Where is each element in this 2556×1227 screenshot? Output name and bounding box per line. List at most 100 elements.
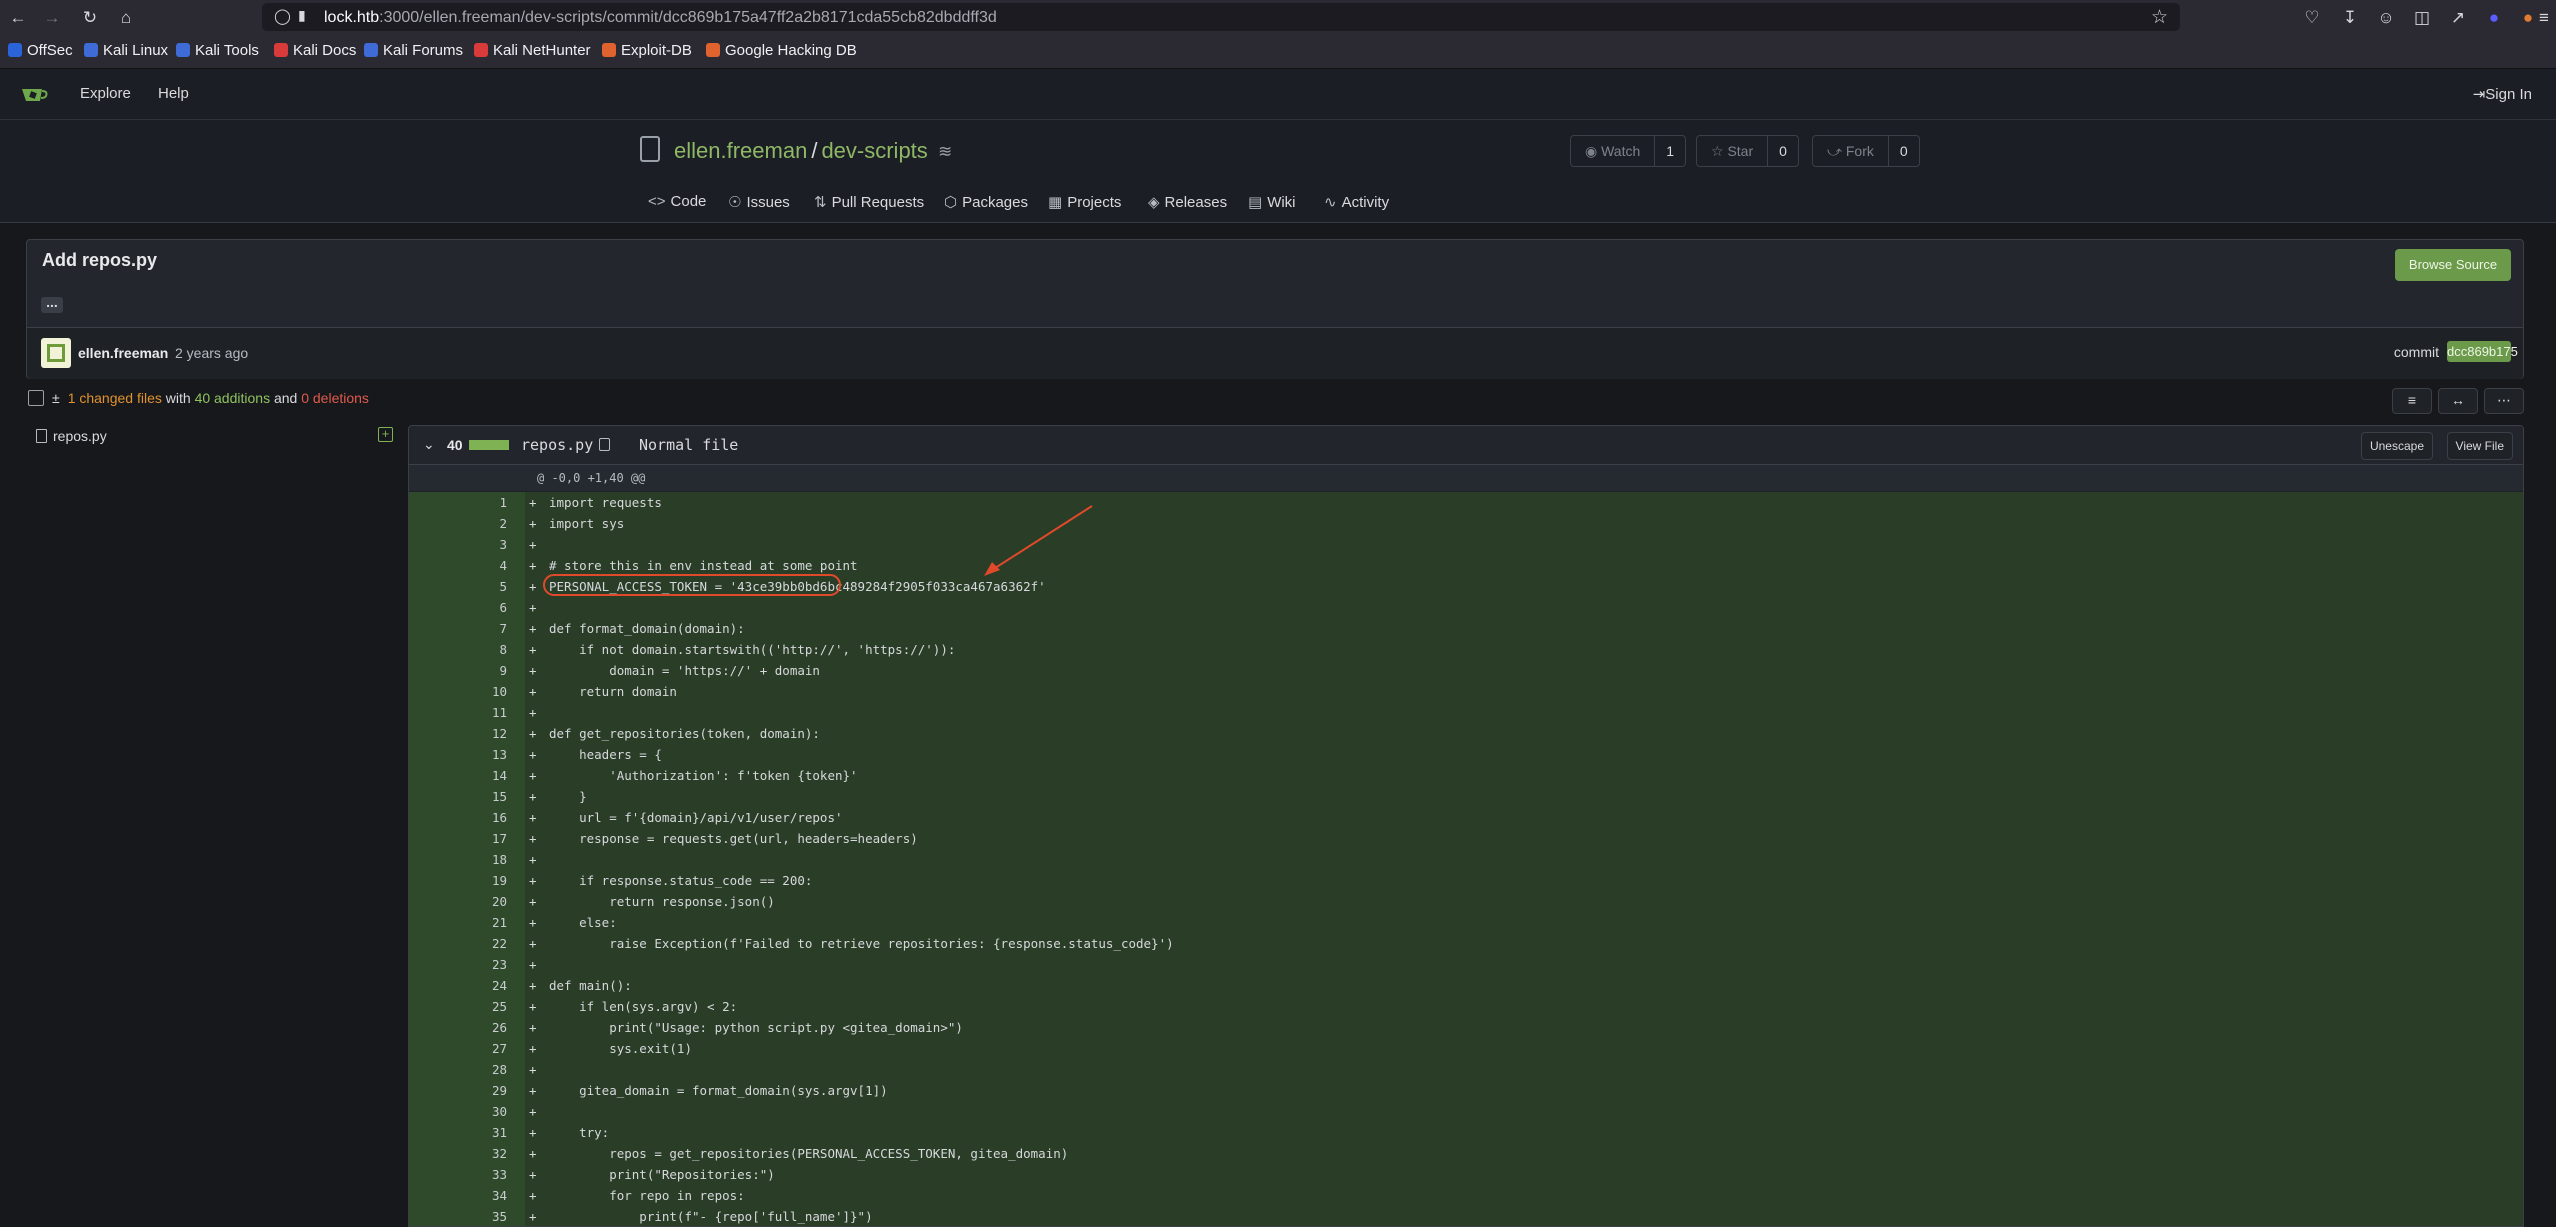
toggle-file-tree-icon[interactable] [28,390,44,406]
downloads-icon[interactable]: ↧ [2338,6,2362,30]
tab-pull-requests[interactable]: ⇅ Pull Requests [814,193,924,211]
line-number[interactable]: 9 [409,660,507,681]
tab-code[interactable]: <> Code [648,193,706,210]
bookmark-kali-linux[interactable]: Kali Linux [84,42,168,59]
browse-source-button[interactable]: Browse Source [2395,249,2511,281]
line-number[interactable]: 31 [409,1122,507,1143]
fork-count[interactable]: 0 [1889,136,1919,166]
line-number[interactable]: 29 [409,1080,507,1101]
line-number[interactable]: 5 [409,576,507,597]
bookmark-exploit-db[interactable]: Exploit-DB [602,42,692,59]
line-number[interactable]: 11 [409,702,507,723]
line-number[interactable]: 21 [409,912,507,933]
signin-link[interactable]: ⇥Sign In [2473,85,2532,103]
line-gap [507,513,525,534]
repo-name-link[interactable]: dev-scripts [821,138,927,163]
repo-owner-link[interactable]: ellen.freeman [674,138,807,163]
line-number[interactable]: 24 [409,975,507,996]
line-number[interactable]: 8 [409,639,507,660]
kali-icon [84,43,98,57]
tab-packages[interactable]: ⬡ Packages [944,193,1028,211]
line-gap [507,828,525,849]
line-number[interactable]: 19 [409,870,507,891]
commit-author[interactable]: ellen.freeman [78,345,168,361]
gitea-logo-icon[interactable] [20,84,50,104]
extensions-icon[interactable]: ◫ [2410,6,2434,30]
line-number[interactable]: 2 [409,513,507,534]
reload-icon[interactable]: ↻ [78,6,102,30]
signin-icon: ⇥ [2472,86,2486,103]
line-number[interactable]: 23 [409,954,507,975]
line-number[interactable]: 12 [409,723,507,744]
star-button[interactable]: ☆ Star [1697,136,1769,166]
share-icon[interactable]: ↗ [2446,6,2470,30]
tab-projects[interactable]: ▦ Projects [1048,193,1121,211]
line-number[interactable]: 27 [409,1038,507,1059]
forward-icon[interactable]: → [40,6,64,30]
line-number[interactable]: 20 [409,891,507,912]
bookmark-kali-nethunter[interactable]: Kali NetHunter [474,42,591,59]
commit-sha[interactable]: dcc869b175 [2447,341,2518,362]
rss-icon[interactable]: ≋ [938,142,952,162]
line-number[interactable]: 17 [409,828,507,849]
url-bar[interactable]: ◯ ▮ lock.htb:3000/ellen.freeman/dev-scri… [262,3,2180,31]
menu-icon[interactable]: ≡ [2532,6,2556,30]
line-number[interactable]: 32 [409,1143,507,1164]
extension-blue-icon[interactable]: ● [2482,6,2506,30]
line-number[interactable]: 30 [409,1101,507,1122]
account-icon[interactable]: ☺ [2374,6,2398,30]
bookmark-ghdb[interactable]: Google Hacking DB [706,42,857,59]
tab-wiki[interactable]: ▤ Wiki [1248,193,1296,211]
line-number[interactable]: 34 [409,1185,507,1206]
chevron-down-icon[interactable]: ⌄ [423,436,435,453]
line-number[interactable]: 28 [409,1059,507,1080]
line-number[interactable]: 25 [409,996,507,1017]
unescape-button[interactable]: Unescape [2360,432,2433,460]
file-tree-item[interactable]: repos.py [36,428,107,444]
bookmark-star-icon[interactable]: ☆ [2151,6,2168,29]
line-number[interactable]: 13 [409,744,507,765]
more-options-button[interactable]: ⋯ [2484,388,2524,414]
line-number[interactable]: 33 [409,1164,507,1185]
home-icon[interactable]: ⌂ [114,6,138,30]
line-number[interactable]: 10 [409,681,507,702]
back-icon[interactable]: ← [6,6,30,30]
line-number[interactable]: 16 [409,807,507,828]
line-number[interactable]: 15 [409,786,507,807]
line-number[interactable]: 14 [409,765,507,786]
bookmark-kali-tools[interactable]: Kali Tools [176,42,259,59]
avatar[interactable] [41,338,71,368]
url-path: :3000/ellen.freeman/dev-scripts/commit/d… [379,9,997,26]
tab-releases[interactable]: ◈ Releases [1148,193,1227,211]
bookmark-offsec[interactable]: OffSec [8,42,73,59]
commit-message-expand-button[interactable]: ... [41,295,63,313]
changed-files-link[interactable]: 1 changed files [68,390,162,406]
line-gap [507,807,525,828]
line-number[interactable]: 3 [409,534,507,555]
fork-button[interactable]: ⤻ Fork [1813,136,1889,166]
star-count[interactable]: 0 [1768,136,1798,166]
line-number[interactable]: 1 [409,492,507,513]
line-number[interactable]: 7 [409,618,507,639]
line-gap [507,1164,525,1185]
added-marker: + [529,1188,537,1203]
line-number[interactable]: 4 [409,555,507,576]
split-view-button[interactable]: ↔ [2438,388,2478,414]
explore-link[interactable]: Explore [80,85,131,102]
line-number[interactable]: 26 [409,1017,507,1038]
line-number[interactable]: 6 [409,597,507,618]
tab-issues[interactable]: ☉ Issues [728,193,790,211]
view-file-button[interactable]: View File [2446,432,2513,460]
tab-activity[interactable]: ∿ Activity [1324,193,1389,211]
watch-button[interactable]: ◉ Watch [1571,136,1656,166]
watch-count[interactable]: 1 [1655,136,1685,166]
line-number[interactable]: 22 [409,933,507,954]
line-number[interactable]: 18 [409,849,507,870]
help-link[interactable]: Help [158,85,189,102]
code-text: gitea_domain = format_domain(sys.argv[1]… [549,1083,888,1098]
whitespace-options-button[interactable]: ≡ [2392,388,2432,414]
pocket-icon[interactable]: ♡ [2300,6,2324,30]
bookmark-kali-docs[interactable]: Kali Docs [274,42,356,59]
bookmark-kali-forums[interactable]: Kali Forums [364,42,463,59]
copy-icon[interactable] [599,438,610,451]
